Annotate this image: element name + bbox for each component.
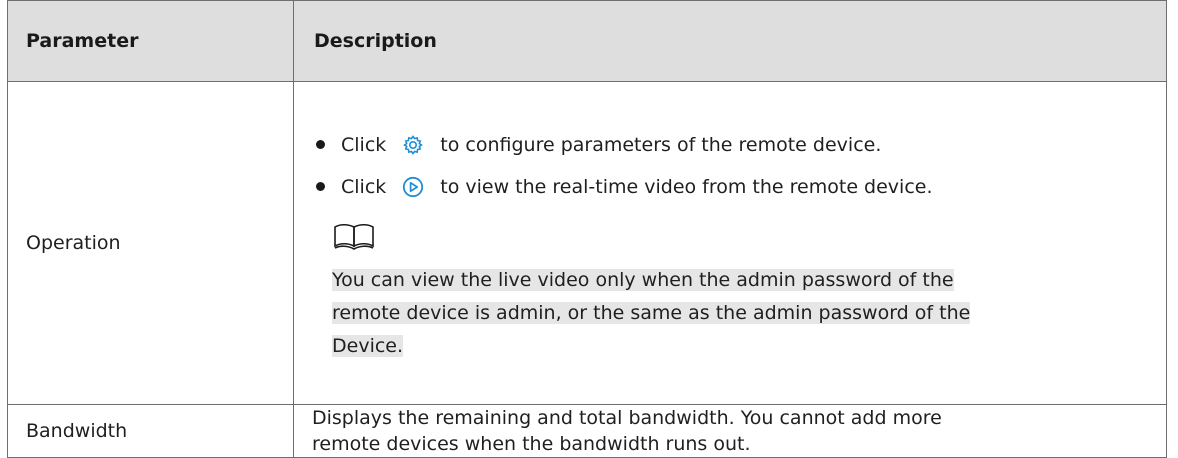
list-item: Click to view the real-time video from t… — [316, 166, 1166, 208]
parameter-name: Bandwidth — [26, 420, 128, 442]
description-cell: Click to configure parameters of the rem… — [293, 81, 1167, 405]
gear-icon[interactable] — [402, 134, 424, 156]
bullet-prefix: Click — [341, 133, 387, 156]
bullet-dot — [316, 140, 325, 149]
bullet-text: to configure parameters of the remote de… — [440, 133, 882, 156]
play-icon[interactable] — [402, 176, 424, 198]
note-line: You can view the live video only when th… — [332, 268, 954, 291]
description-text: Displays the remaining and total bandwid… — [294, 405, 1166, 457]
header-parameter-label: Parameter — [26, 30, 139, 52]
parameter-name: Operation — [26, 232, 121, 254]
description-line: Displays the remaining and total bandwid… — [312, 407, 942, 429]
table-row: Operation Click to configure parameters … — [7, 81, 1167, 405]
parameter-table: Parameter Description Operation Click to… — [7, 0, 1167, 458]
table-row: Bandwidth Displays the remaining and tot… — [7, 404, 1167, 458]
header-description-cell: Description — [293, 0, 1167, 82]
note-line: remote device is admin, or the same as t… — [332, 301, 971, 324]
bullet-prefix: Click — [341, 175, 387, 198]
parameter-cell: Bandwidth — [7, 404, 294, 458]
note-line: Device. — [332, 334, 404, 357]
table-header-row: Parameter Description — [7, 0, 1167, 82]
note-text: You can view the live video only when th… — [332, 264, 1112, 363]
bullet-text: to view the real-time video from the rem… — [440, 175, 933, 198]
book-icon — [334, 223, 374, 250]
description-cell: Displays the remaining and total bandwid… — [293, 404, 1167, 458]
parameter-cell: Operation — [7, 81, 294, 405]
header-parameter-cell: Parameter — [7, 0, 294, 82]
list-item: Click to configure parameters of the rem… — [316, 124, 1166, 166]
bullet-dot — [316, 182, 325, 191]
header-description-label: Description — [314, 30, 437, 52]
